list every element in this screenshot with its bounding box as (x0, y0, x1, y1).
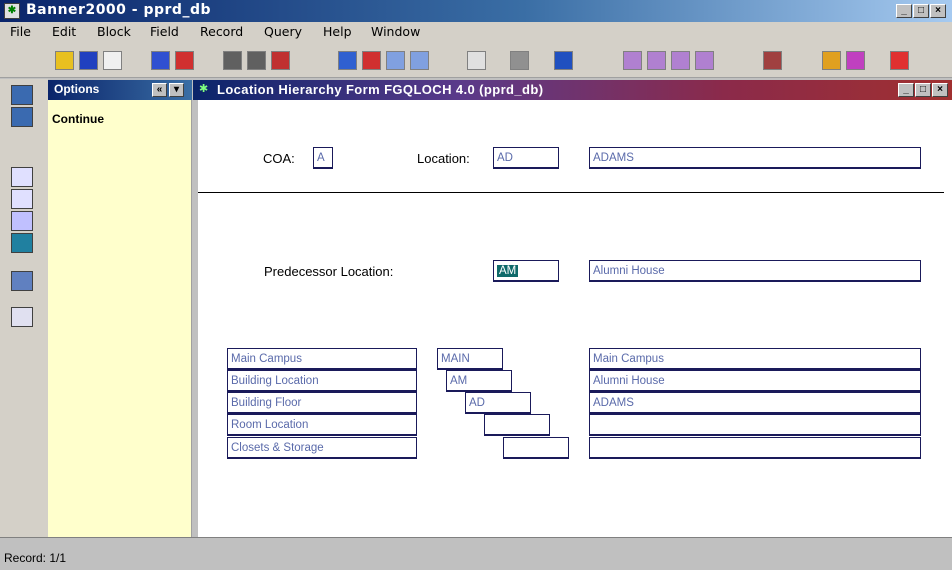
level-label-field: Room Location (227, 414, 417, 436)
sem-icon[interactable] (11, 307, 33, 327)
close-icon[interactable]: × (930, 4, 946, 18)
tools-icon[interactable] (11, 271, 33, 291)
divider (198, 192, 944, 193)
menu-window[interactable]: Window (371, 24, 420, 39)
level-label-field: Closets & Storage (227, 437, 417, 459)
level-label-field: Building Location (227, 370, 417, 392)
help-icon[interactable] (822, 51, 841, 70)
form-maximize-icon[interactable]: □ (915, 83, 931, 97)
grid-icon[interactable] (11, 85, 33, 105)
form-title-bar: ✱ Location Hierarchy Form FGQLOCH 4.0 (p… (193, 80, 952, 100)
maximize-icon[interactable]: □ (913, 4, 929, 18)
predecessor-desc-field: Alumni House (589, 260, 921, 282)
print-preview-icon[interactable] (247, 51, 266, 70)
copy-icon[interactable] (386, 51, 405, 70)
title-bar: ✱ Banner2000 - pprd_db _ □ × (0, 0, 952, 22)
form-body: COA: A Location: AD ADAMS Predecessor Lo… (198, 100, 952, 537)
level-code-field[interactable] (503, 437, 569, 459)
rollback-icon[interactable] (79, 51, 98, 70)
exit-form-icon[interactable] (890, 51, 909, 70)
dropdown-icon[interactable]: ▾ (169, 83, 184, 97)
bookmark-icon[interactable] (846, 51, 865, 70)
edit-icon[interactable] (467, 51, 486, 70)
location-label: Location: (417, 151, 470, 166)
left-toolbar (0, 79, 48, 537)
location-code-field[interactable]: AD (493, 147, 559, 169)
print-icon[interactable] (223, 51, 242, 70)
browser-icon[interactable] (11, 233, 33, 253)
save-icon[interactable] (55, 51, 74, 70)
excel-icon[interactable] (11, 189, 33, 209)
paste-icon[interactable] (410, 51, 429, 70)
level-desc-field (589, 437, 921, 459)
status-bar: Record: 1/1 (0, 537, 952, 570)
menu-query[interactable]: Query (264, 24, 302, 39)
level-label-field: Building Floor (227, 392, 417, 414)
next-block-icon[interactable] (338, 51, 357, 70)
menu-bar: File Edit Block Field Record Query Help … (0, 22, 952, 42)
record-status: Record: 1/1 (4, 551, 67, 565)
form-icon: ✱ (199, 83, 209, 95)
coa-label: COA: (263, 151, 295, 166)
level-code-field[interactable]: MAIN (437, 348, 503, 370)
print-form-icon[interactable] (510, 51, 529, 70)
level-desc-field: Alumni House (589, 370, 921, 392)
options-title: Options (54, 82, 100, 96)
level-desc-field (589, 414, 921, 436)
chart-icon[interactable] (554, 51, 573, 70)
execute-query-icon[interactable] (671, 51, 690, 70)
toolbar (0, 42, 952, 78)
options-panel: Continue (48, 100, 192, 537)
location-desc-field: ADAMS (589, 147, 921, 169)
menu-block[interactable]: Block (97, 24, 131, 39)
insert-record-icon[interactable] (151, 51, 170, 70)
menu-file[interactable]: File (10, 24, 31, 39)
predecessor-label: Predecessor Location: (264, 264, 394, 279)
form-title: Location Hierarchy Form FGQLOCH 4.0 (ppr… (217, 82, 544, 97)
menu-help[interactable]: Help (323, 24, 352, 39)
menu-edit[interactable]: Edit (52, 24, 76, 39)
option-continue[interactable]: Continue (52, 112, 104, 126)
previous-block-icon[interactable] (362, 51, 381, 70)
options-title-bar: Options « ▾ (48, 80, 192, 100)
remove-record-icon[interactable] (175, 51, 194, 70)
level-code-field[interactable]: AD (465, 392, 531, 414)
enter-query-icon[interactable] (647, 51, 666, 70)
minimize-icon[interactable]: _ (896, 4, 912, 18)
table-icon[interactable] (11, 107, 33, 127)
predecessor-code-field[interactable]: AM (493, 260, 559, 282)
level-desc-field: ADAMS (589, 392, 921, 414)
window-title: Banner2000 - pprd_db (26, 2, 211, 18)
form-close-icon[interactable]: × (932, 83, 948, 97)
form-minimize-icon[interactable]: _ (898, 83, 914, 97)
menu-field[interactable]: Field (150, 24, 179, 39)
app-icon: ✱ (4, 3, 20, 19)
menu-record[interactable]: Record (200, 24, 243, 39)
pin-icon[interactable]: « (152, 83, 167, 97)
exit-icon[interactable] (103, 51, 122, 70)
level-code-field[interactable]: AM (446, 370, 512, 392)
level-label-field: Main Campus (227, 348, 417, 370)
coa-field[interactable]: A (313, 147, 333, 169)
cancel-query-icon[interactable] (695, 51, 714, 70)
level-desc-field: Main Campus (589, 348, 921, 370)
level-code-field[interactable] (484, 414, 550, 436)
word-icon[interactable] (11, 167, 33, 187)
delete-icon[interactable] (271, 51, 290, 70)
powerpoint-icon[interactable] (11, 211, 33, 231)
query-icon[interactable] (623, 51, 642, 70)
calendar-icon[interactable] (763, 51, 782, 70)
